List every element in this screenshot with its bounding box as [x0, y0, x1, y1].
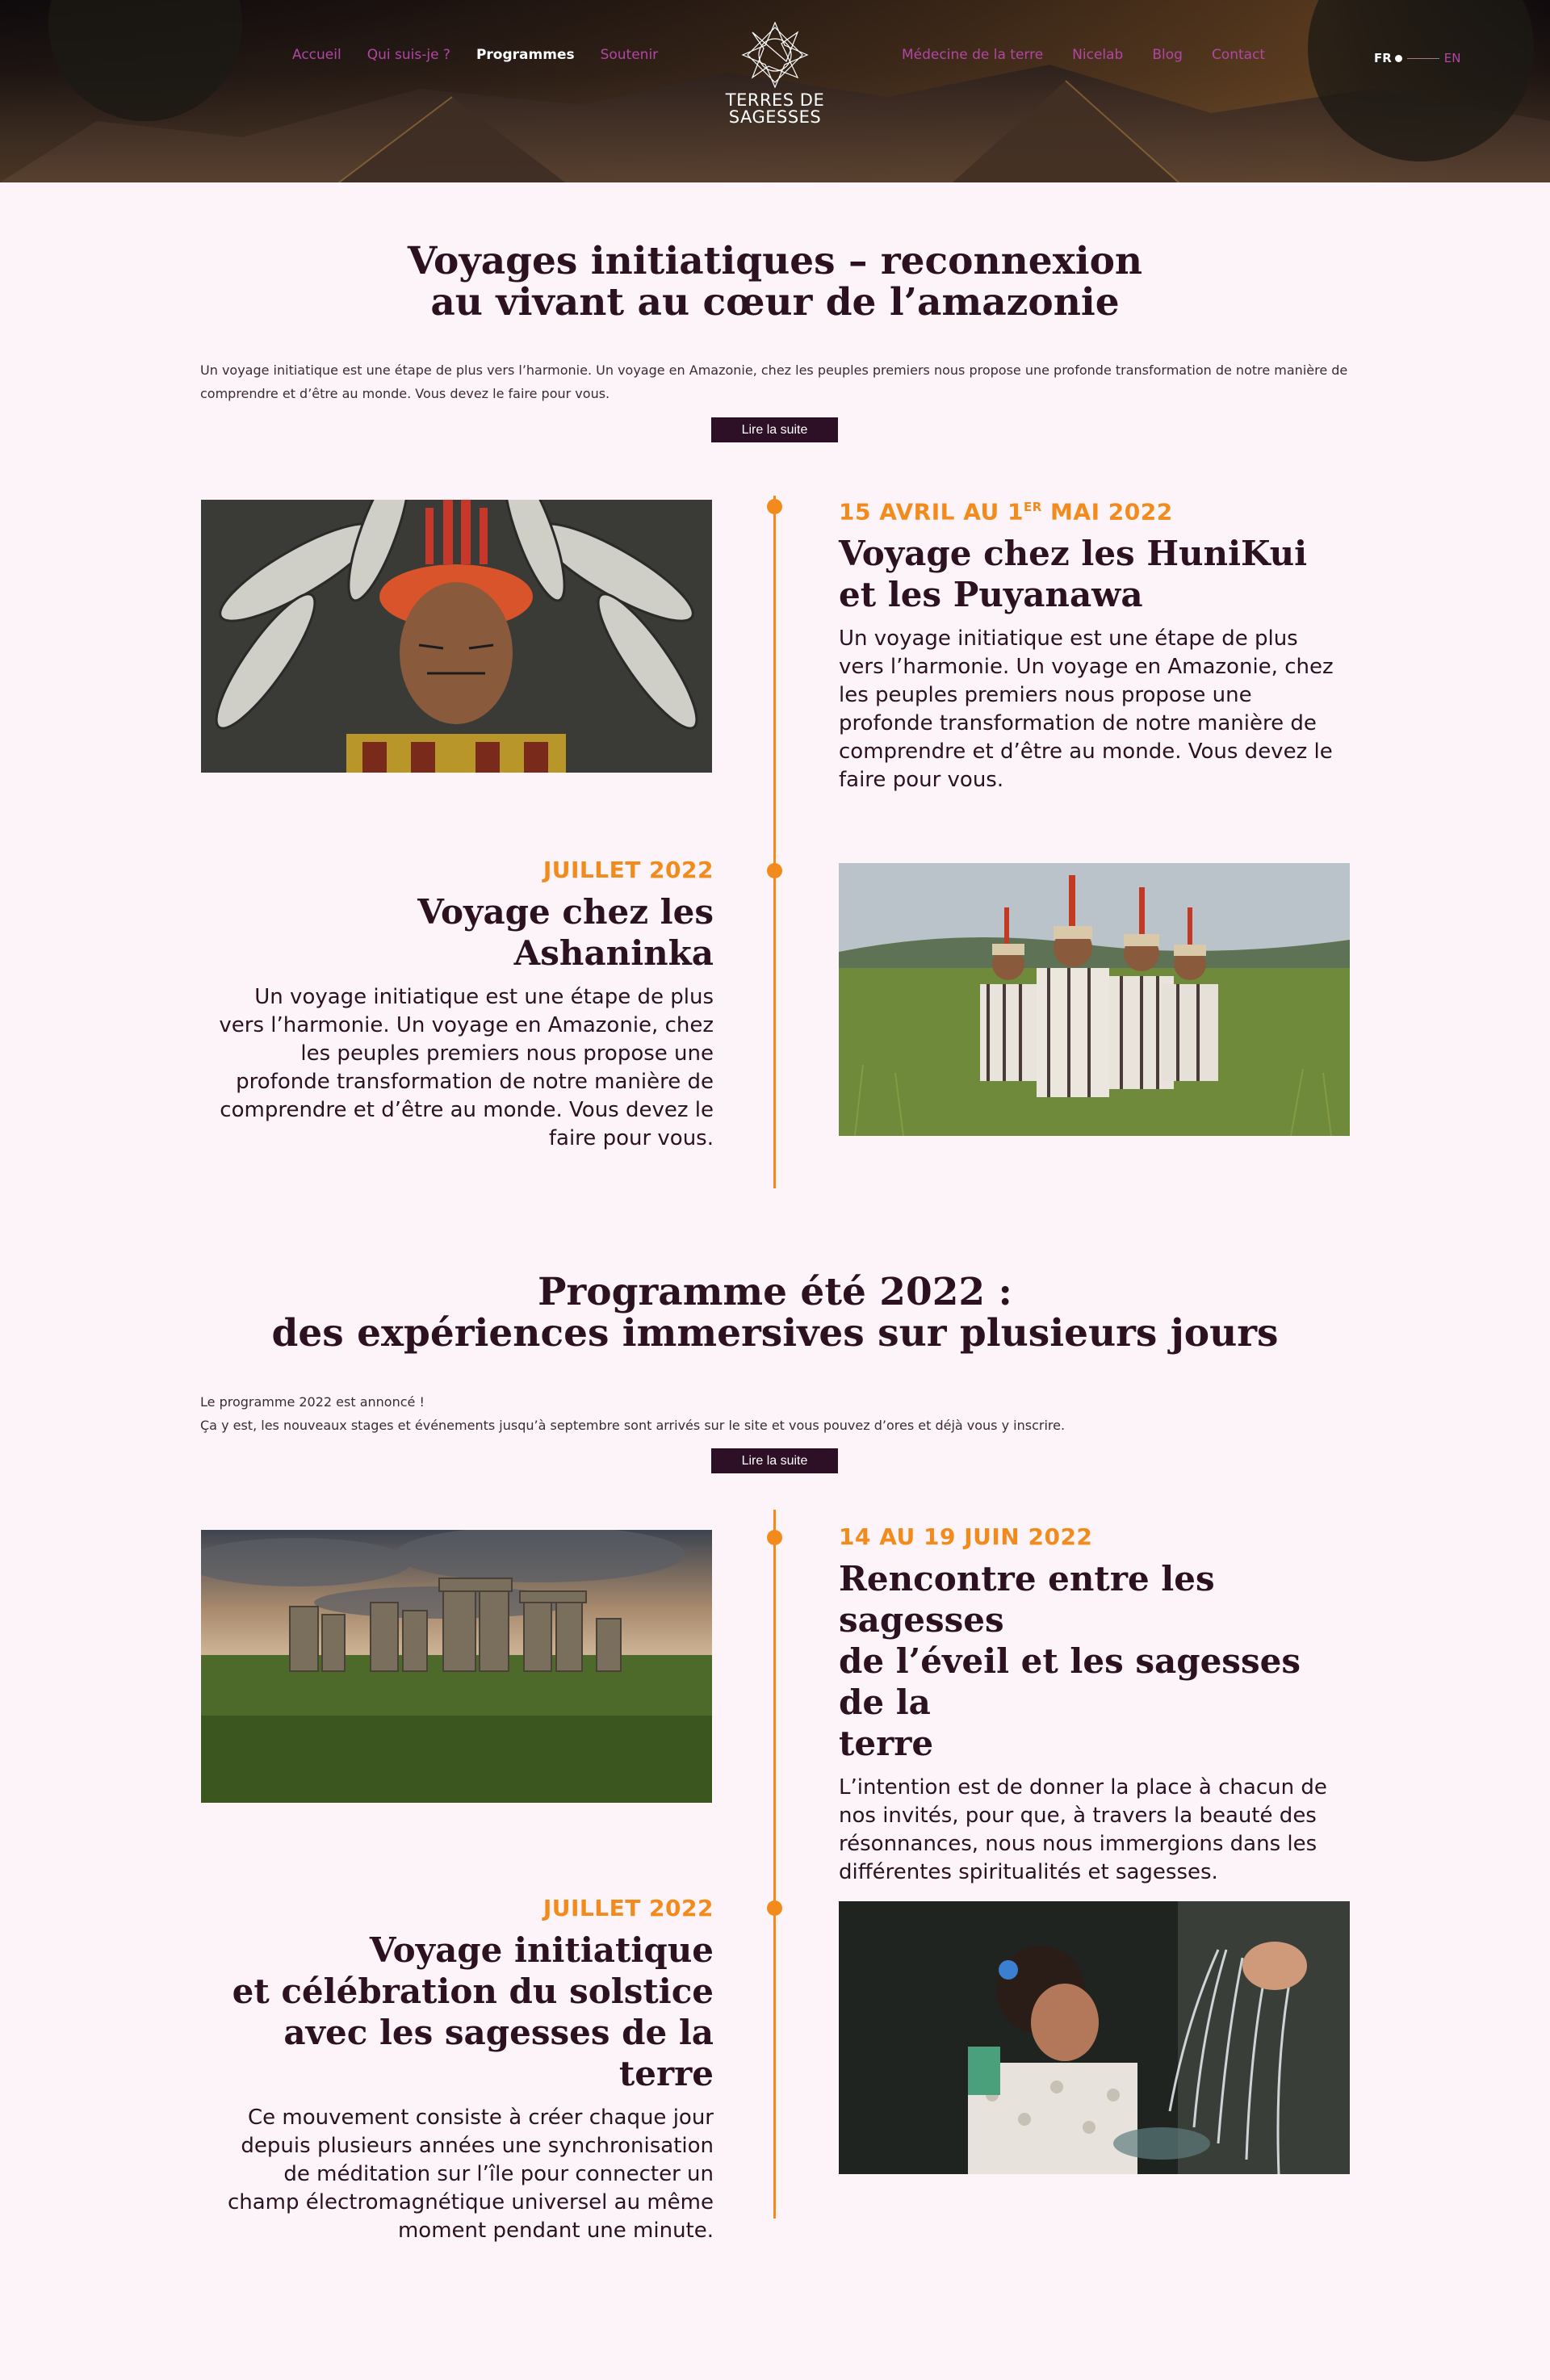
nav-qui-suis-je[interactable]: Qui suis-je ?	[367, 47, 450, 63]
section2-title-line1: Programme été 2022 :	[538, 1270, 1012, 1314]
nav-left: Accueil Qui suis-je ? Programmes Souteni…	[292, 47, 658, 63]
lang-toggle-dot	[1394, 54, 1402, 62]
entry-title[interactable]: Voyage chez les HuniKui et les Puyanawa	[839, 533, 1339, 615]
entry-title[interactable]: Rencontre entre les sagesses de l’éveil …	[839, 1558, 1339, 1764]
entry-description: Ce mouvement consiste à créer chaque jou…	[227, 2106, 714, 2243]
entry-title[interactable]: Voyage initiatique et célébration du sol…	[213, 1930, 714, 2094]
entry-title-line1: Voyage initiatique	[369, 1930, 714, 1970]
lang-toggle-line	[1406, 57, 1439, 59]
site-logo[interactable]: TERRES DE SAGESSES	[718, 21, 832, 134]
timeline-line-1	[773, 496, 776, 1188]
entry-date: JUILLET 2022	[542, 857, 714, 883]
entry-date-text-end: MAI 2022	[1041, 498, 1173, 526]
nav-medecine-de-la-terre[interactable]: Médecine de la terre	[902, 47, 1043, 63]
timeline-dot	[767, 1900, 782, 1916]
entry-date: 15 AVRIL AU 1ER MAI 2022	[839, 492, 1339, 526]
language-switcher[interactable]: FR EN	[1374, 51, 1461, 65]
nav-soutenir[interactable]: Soutenir	[601, 47, 659, 63]
nav-blog[interactable]: Blog	[1152, 47, 1183, 63]
timeline-dot	[767, 1530, 782, 1545]
section1-read-more-button[interactable]: Lire la suite	[711, 417, 838, 442]
entry-solstice: JUILLET 2022 Voyage initiatique et céléb…	[213, 1894, 714, 2245]
lang-fr[interactable]: FR	[1374, 51, 1392, 65]
ashaninka-photo	[839, 863, 1350, 1136]
site-header: Accueil Qui suis-je ? Programmes Souteni…	[0, 0, 1550, 182]
section2-title-line2: des expériences immersives sur plusieurs…	[271, 1311, 1279, 1356]
section1-title-line2: au vivant au cœur de l’amazonie	[430, 280, 1120, 325]
entry-description: L’intention est de donner la place à cha…	[839, 1775, 1327, 1884]
section2-intro-line1: Le programme 2022 est annoncé !	[200, 1394, 425, 1410]
entry-date-superscript: ER	[1024, 500, 1042, 514]
nav-right: Médecine de la terre Nicelab Blog Contac…	[902, 47, 1265, 63]
entry-description: Un voyage initiatique est une étape de p…	[839, 626, 1334, 793]
entry-hunikui: 15 AVRIL AU 1ER MAI 2022 Voyage chez les…	[839, 492, 1339, 794]
hunikui-photo	[201, 500, 712, 773]
entry-description: Un voyage initiatique est une étape de p…	[219, 985, 714, 1150]
stonehenge-photo	[201, 1530, 712, 1803]
nav-contact[interactable]: Contact	[1212, 47, 1265, 63]
section1-title-line1: Voyages initiatiques – reconnexion	[407, 239, 1143, 283]
nav-nicelab[interactable]: Nicelab	[1072, 47, 1123, 63]
entry-date: 14 AU 19 JUIN 2022	[839, 1523, 1093, 1550]
nav-programmes[interactable]: Programmes	[476, 47, 575, 63]
logo-line-1: TERRES DE	[725, 90, 825, 110]
entry-ashaninka: JUILLET 2022 Voyage chez les Ashaninka U…	[213, 856, 714, 1153]
timeline-dot	[767, 499, 782, 514]
section2-title: Programme été 2022 : des expériences imm…	[0, 1272, 1550, 1354]
entry-title-line1: Voyage chez les HuniKui	[839, 534, 1308, 574]
entry-title-line2: et célébration du solstice	[232, 1971, 714, 2011]
section2-intro: Le programme 2022 est annoncé ! Ça y est…	[200, 1390, 1350, 1437]
section2-intro-line2: Ça y est, les nouveaux stages et événeme…	[200, 1418, 1066, 1433]
entry-title-line2: Ashaninka	[513, 933, 714, 973]
logo-text: TERRES DE SAGESSES	[718, 92, 832, 126]
water-ritual-photo	[839, 1901, 1350, 2174]
entry-title-line2: de l’éveil et les sagesses de la	[839, 1641, 1301, 1722]
entry-date-text: 15 AVRIL AU 1	[839, 498, 1024, 526]
logo-line-2: SAGESSES	[728, 107, 822, 127]
section1-intro: Un voyage initiatique est une étape de p…	[200, 362, 1348, 401]
entry-title[interactable]: Voyage chez les Ashaninka	[213, 891, 714, 974]
entry-title-line3: terre	[839, 1724, 934, 1763]
entry-title-line3: avec les sagesses de la terre	[283, 2013, 714, 2093]
entry-title-line1: Voyage chez les	[417, 892, 714, 932]
entry-title-line2: et les Puyanawa	[839, 575, 1143, 615]
sun-logo-icon	[741, 21, 809, 89]
timeline-line-2	[773, 1510, 776, 2219]
section2-read-more-button[interactable]: Lire la suite	[711, 1448, 838, 1473]
nav-accueil[interactable]: Accueil	[292, 47, 341, 63]
entry-rencontre-sagesses: 14 AU 19 JUIN 2022 Rencontre entre les s…	[839, 1523, 1339, 1887]
timeline-dot	[767, 863, 782, 878]
section1-title: Voyages initiatiques – reconnexion au vi…	[0, 241, 1550, 323]
lang-en[interactable]: EN	[1444, 51, 1461, 65]
entry-title-line1: Rencontre entre les sagesses	[839, 1559, 1215, 1640]
entry-date: JUILLET 2022	[542, 1895, 714, 1921]
